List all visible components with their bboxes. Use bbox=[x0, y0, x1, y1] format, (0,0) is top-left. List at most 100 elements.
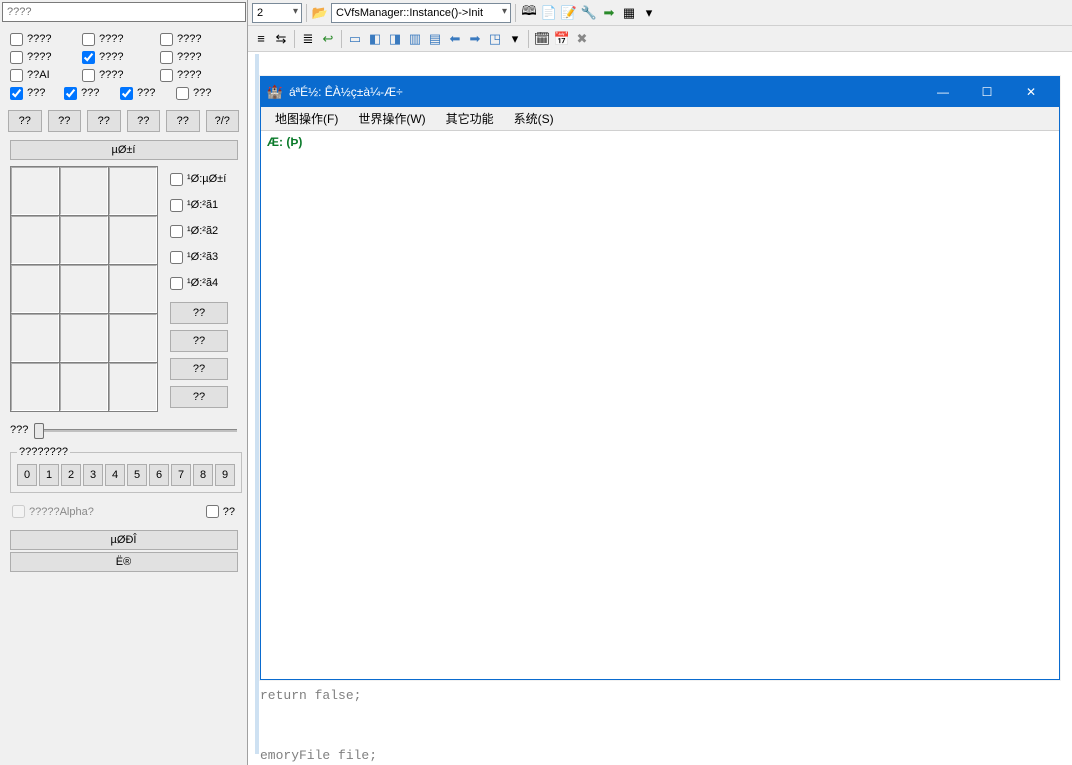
indent-icon[interactable]: ≡ bbox=[252, 30, 270, 48]
titlebar[interactable]: 🏰 áªÉ½: ÊÀ½ç±à¼­-Æ÷ — ☐ ✕ bbox=[261, 77, 1059, 107]
check-r4-1[interactable]: ??? bbox=[10, 87, 64, 100]
nav-back-icon[interactable]: ⬅ bbox=[446, 30, 464, 48]
status-text: Æ: (Þ) bbox=[267, 135, 1053, 149]
preview-cell[interactable] bbox=[60, 363, 108, 411]
preview-cell[interactable] bbox=[109, 265, 157, 313]
check-r3-1[interactable]: ??AI bbox=[10, 69, 82, 82]
action-btn-2[interactable]: ?? bbox=[48, 110, 82, 132]
action-btn-1[interactable]: ?? bbox=[8, 110, 42, 132]
preview-cell[interactable] bbox=[11, 314, 59, 362]
list-icon[interactable]: ≣ bbox=[299, 30, 317, 48]
tb-icon-2[interactable]: 📄 bbox=[540, 4, 558, 22]
side-btn-2[interactable]: ?? bbox=[170, 330, 228, 352]
config-combo[interactable]: 2 bbox=[252, 3, 302, 23]
num-1-button[interactable]: 1 bbox=[39, 464, 59, 486]
num-8-button[interactable]: 8 bbox=[193, 464, 213, 486]
check-r1-1[interactable]: ???? bbox=[10, 33, 82, 46]
scale-slider[interactable] bbox=[34, 420, 237, 440]
toolbar-divider bbox=[528, 30, 529, 48]
tb-icon-5[interactable]: ➡ bbox=[600, 4, 618, 22]
preview-cell[interactable] bbox=[60, 314, 108, 362]
water-button[interactable]: Ë® bbox=[10, 552, 238, 572]
action-btn-5[interactable]: ?? bbox=[166, 110, 200, 132]
menu-world[interactable]: 世界操作(W) bbox=[348, 107, 435, 130]
window-icon-5[interactable]: ▤ bbox=[426, 30, 444, 48]
check-r4-3[interactable]: ??? bbox=[120, 87, 176, 100]
action-btn-3[interactable]: ?? bbox=[87, 110, 121, 132]
menu-other[interactable]: 其它功能 bbox=[436, 107, 504, 130]
dropdown-icon[interactable]: ▾ bbox=[506, 30, 524, 48]
layer-check-1[interactable]: ¹Ø:²ã1 bbox=[170, 192, 240, 218]
preview-cell[interactable] bbox=[60, 216, 108, 264]
num-9-button[interactable]: 9 bbox=[215, 464, 235, 486]
search-input[interactable] bbox=[2, 2, 246, 22]
check-r2-3[interactable]: ???? bbox=[160, 51, 230, 64]
tb-icon-1[interactable]: 🕮 bbox=[520, 4, 538, 22]
window-icon-3[interactable]: ◨ bbox=[386, 30, 404, 48]
terrain-button[interactable]: µØ±í bbox=[10, 140, 238, 160]
preview-cell[interactable] bbox=[11, 363, 59, 411]
check-r4-4[interactable]: ??? bbox=[176, 87, 228, 100]
check-r4-2[interactable]: ??? bbox=[64, 87, 120, 100]
num-2-button[interactable]: 2 bbox=[61, 464, 81, 486]
action-btn-6[interactable]: ?/? bbox=[206, 110, 240, 132]
preview-cell[interactable] bbox=[11, 216, 59, 264]
preview-cell[interactable] bbox=[109, 167, 157, 215]
clear-icon[interactable]: ✖ bbox=[573, 30, 591, 48]
preview-cell[interactable] bbox=[60, 167, 108, 215]
wrap-icon[interactable]: ↩ bbox=[319, 30, 337, 48]
slider-thumb[interactable] bbox=[34, 423, 44, 439]
action-btn-4[interactable]: ?? bbox=[127, 110, 161, 132]
tb-icon-4[interactable]: 🔧 bbox=[580, 4, 598, 22]
num-3-button[interactable]: 3 bbox=[83, 464, 103, 486]
check-r1-3[interactable]: ???? bbox=[160, 33, 230, 46]
preview-cell[interactable] bbox=[109, 314, 157, 362]
layer-check-4[interactable]: ¹Ø:²ã4 bbox=[170, 270, 240, 296]
maximize-button[interactable]: ☐ bbox=[965, 77, 1009, 107]
close-button[interactable]: ✕ bbox=[1009, 77, 1053, 107]
alpha-check-left[interactable]: ?????Alpha? bbox=[12, 505, 94, 518]
window-icon-2[interactable]: ◧ bbox=[366, 30, 384, 48]
minimize-button[interactable]: — bbox=[921, 77, 965, 107]
tb-icon-3[interactable]: 📝 bbox=[560, 4, 578, 22]
num-4-button[interactable]: 4 bbox=[105, 464, 125, 486]
num-5-button[interactable]: 5 bbox=[127, 464, 147, 486]
side-btn-4[interactable]: ?? bbox=[170, 386, 228, 408]
num-6-button[interactable]: 6 bbox=[149, 464, 169, 486]
menu-system[interactable]: 系统(S) bbox=[504, 107, 564, 130]
number-group: ???????? 0 1 2 3 4 5 6 7 8 9 bbox=[10, 446, 242, 493]
side-btn-3[interactable]: ?? bbox=[170, 358, 228, 380]
tb-dropdown-icon[interactable]: ▾ bbox=[640, 4, 658, 22]
preview-cell[interactable] bbox=[11, 265, 59, 313]
layer-check-2[interactable]: ¹Ø:²ã2 bbox=[170, 218, 240, 244]
preview-section: ¹Ø:µØ±í ¹Ø:²ã1 ¹Ø:²ã2 ¹Ø:²ã3 ¹Ø:²ã4 ?? ?… bbox=[0, 162, 247, 416]
check-r1-2[interactable]: ???? bbox=[82, 33, 160, 46]
nav-fwd-icon[interactable]: ➡ bbox=[466, 30, 484, 48]
symbol-combo[interactable]: CVfsManager::Instance()->Init bbox=[331, 3, 511, 23]
terrain2-button[interactable]: µØÐÎ bbox=[10, 530, 238, 550]
calendar-icon-1[interactable]: 🗓 bbox=[533, 30, 551, 48]
side-btn-1[interactable]: ?? bbox=[170, 302, 228, 324]
check-r2-2[interactable]: ???? bbox=[82, 51, 160, 64]
num-0-button[interactable]: 0 bbox=[17, 464, 37, 486]
preview-cell[interactable] bbox=[109, 216, 157, 264]
preview-cell[interactable] bbox=[11, 167, 59, 215]
options-grid: ???? ???? ???? ???? ???? ???? ??AI ???? … bbox=[0, 24, 247, 106]
layer-check-3[interactable]: ¹Ø:²ã3 bbox=[170, 244, 240, 270]
tb-icon-6[interactable]: ▦ bbox=[620, 4, 638, 22]
alpha-check-right[interactable]: ?? bbox=[206, 505, 235, 518]
check-r2-1[interactable]: ???? bbox=[10, 51, 82, 64]
preview-cell[interactable] bbox=[109, 363, 157, 411]
outdent-icon[interactable]: ⇆ bbox=[272, 30, 290, 48]
calendar-icon-2[interactable]: 📅 bbox=[553, 30, 571, 48]
check-r3-2[interactable]: ???? bbox=[82, 69, 160, 82]
menu-map[interactable]: 地图操作(F) bbox=[265, 107, 348, 130]
preview-cell[interactable] bbox=[60, 265, 108, 313]
check-r3-3[interactable]: ???? bbox=[160, 69, 230, 82]
window-icon-4[interactable]: ▥ bbox=[406, 30, 424, 48]
layer-check-terrain[interactable]: ¹Ø:µØ±í bbox=[170, 166, 240, 192]
open-folder-icon[interactable]: 📂 bbox=[311, 4, 329, 22]
window-icon-6[interactable]: ◳ bbox=[486, 30, 504, 48]
num-7-button[interactable]: 7 bbox=[171, 464, 191, 486]
window-icon-1[interactable]: ▭ bbox=[346, 30, 364, 48]
